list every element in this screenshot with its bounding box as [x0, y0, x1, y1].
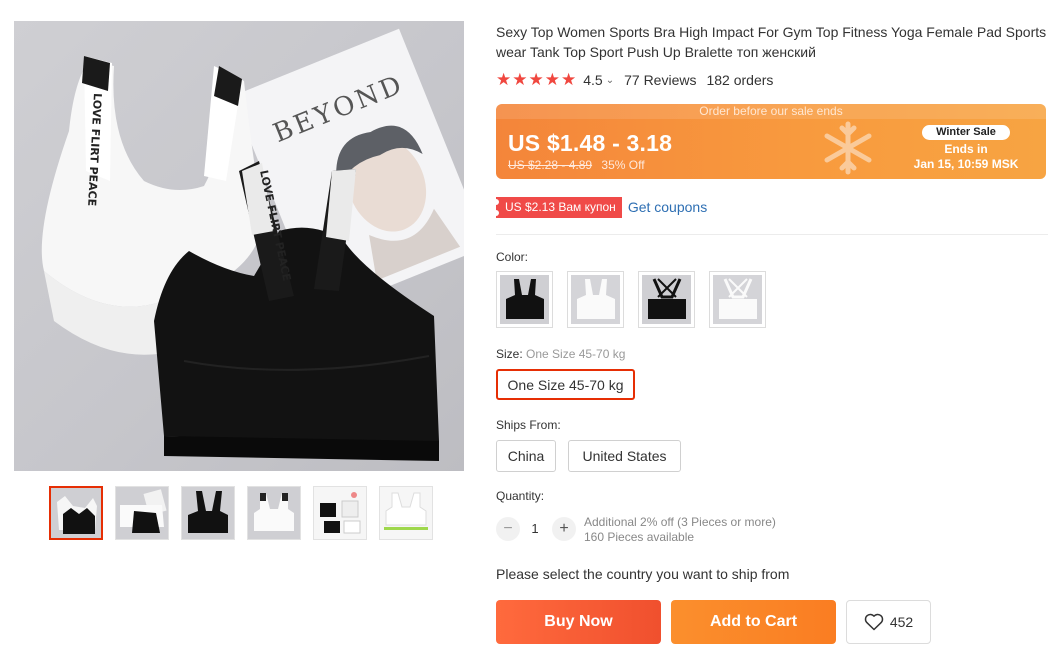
- star-icon: ★: [496, 70, 512, 89]
- pieces-available: 160 Pieces available: [584, 530, 695, 544]
- thumbnail-3[interactable]: [181, 486, 235, 540]
- countdown: Ends in Jan 15, 10:59 MSK: [896, 142, 1036, 172]
- divider: [496, 234, 1048, 235]
- size-option-button[interactable]: One Size 45-70 kg: [496, 369, 635, 400]
- heart-icon: [864, 613, 884, 631]
- thumbnail-strip: [49, 486, 433, 540]
- ships-from-china[interactable]: China: [496, 440, 556, 472]
- star-icon: ★: [544, 70, 560, 89]
- thumbnail-2[interactable]: [115, 486, 169, 540]
- thumbnail-1[interactable]: [49, 486, 103, 540]
- discount-percent: 35% Off: [601, 158, 645, 172]
- coupon-tag[interactable]: US $2.13 Вам купон: [493, 196, 622, 218]
- color-label: Color:: [496, 250, 529, 264]
- main-product-image[interactable]: BEYOND LOVE FLIRT PEACE LOVE FLIRT PEACE: [14, 21, 464, 471]
- color-swatches: [496, 271, 766, 328]
- thumbnail-6[interactable]: [379, 486, 433, 540]
- price-banner: Order before our sale ends US $1.48 - 3.…: [496, 104, 1046, 179]
- wishlist-count: 452: [889, 614, 914, 630]
- coupon-row: US $2.13 Вам купон Get coupons: [493, 196, 707, 218]
- quantity-value[interactable]: 1: [524, 521, 546, 536]
- snowflake-icon: [824, 121, 872, 175]
- winter-sale-badge: Winter Sale: [922, 125, 1010, 140]
- reviews-link[interactable]: 77 Reviews: [624, 72, 696, 88]
- thumbnail-5[interactable]: [313, 486, 367, 540]
- quantity-label: Quantity:: [496, 489, 545, 503]
- star-rating: ★ ★ ★ ★ ★: [496, 71, 576, 89]
- current-price: US $1.48 - 3.18: [508, 130, 673, 156]
- get-coupons-link[interactable]: Get coupons: [628, 199, 707, 215]
- product-photo: BEYOND LOVE FLIRT PEACE LOVE FLIRT PEACE: [41, 28, 464, 461]
- star-icon: ★: [512, 70, 528, 89]
- ends-in-date: Jan 15, 10:59 MSK: [913, 157, 1019, 171]
- ships-from-united-states[interactable]: United States: [568, 440, 681, 472]
- quantity-increase-button[interactable]: +: [552, 517, 576, 541]
- rating-value[interactable]: 4.5: [583, 72, 602, 88]
- color-swatch-4[interactable]: [709, 271, 766, 328]
- color-swatch-2[interactable]: [567, 271, 624, 328]
- ends-in-label: Ends in: [944, 142, 988, 156]
- size-label-row: Size: One Size 45-70 kg: [496, 347, 625, 361]
- product-title: Sexy Top Women Sports Bra High Impact Fo…: [496, 24, 1047, 60]
- color-swatch-3[interactable]: [638, 271, 695, 328]
- original-price: US $2.28 - 4.89: [508, 158, 593, 172]
- thumbnail-4[interactable]: [247, 486, 301, 540]
- wishlist-button[interactable]: 452: [846, 600, 931, 644]
- chevron-down-icon[interactable]: ⌄: [606, 75, 614, 86]
- sale-ends-caption: Order before our sale ends: [496, 104, 1046, 119]
- rating-row: ★ ★ ★ ★ ★ 4.5 ⌄ 77 Reviews 182 orders: [496, 71, 773, 89]
- size-selected-value: One Size 45-70 kg: [526, 347, 626, 361]
- star-icon: ★: [528, 70, 544, 89]
- color-swatch-1[interactable]: [496, 271, 553, 328]
- ships-from-label: Ships From:: [496, 418, 561, 432]
- star-icon: ★: [561, 70, 577, 89]
- buy-now-button[interactable]: Buy Now: [496, 600, 661, 644]
- original-price-row: US $2.28 - 4.89 35% Off: [508, 158, 645, 172]
- orders-count: 182 orders: [706, 72, 774, 88]
- add-to-cart-button[interactable]: Add to Cart: [671, 600, 836, 644]
- quantity-info: Additional 2% off (3 Pieces or more) 160…: [584, 515, 776, 545]
- quantity-decrease-button[interactable]: −: [496, 517, 520, 541]
- bulk-discount-note: Additional 2% off (3 Pieces or more): [584, 515, 776, 529]
- ship-country-note: Please select the country you want to sh…: [496, 566, 790, 582]
- size-label: Size:: [496, 347, 527, 361]
